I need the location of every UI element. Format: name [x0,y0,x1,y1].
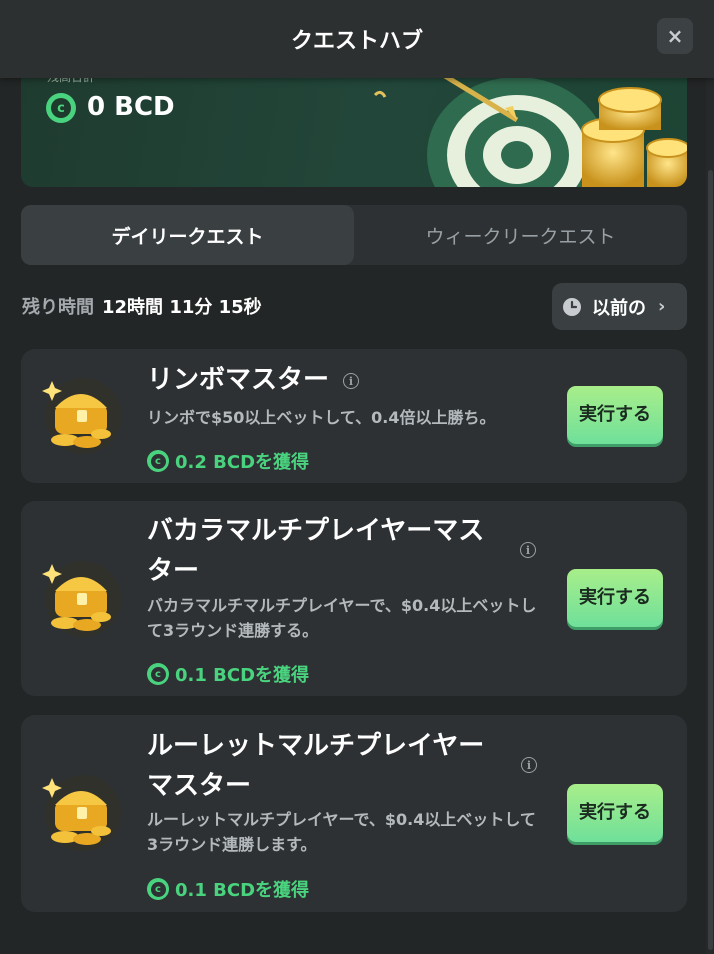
quest-tabs: デイリークエスト ウィークリークエスト [21,205,687,265]
tab-weekly-quests[interactable]: ウィークリークエスト [354,205,687,265]
execute-button[interactable]: 実行する [567,386,663,444]
bcd-coin-icon: c [147,878,169,900]
quest-description: ルーレットマルチプレイヤーで、$0.4以上ベットして3ラウンド連勝します。 [147,810,536,854]
execute-button[interactable]: 実行する [567,569,663,627]
reward-text: 0.2 BCDを獲得 [175,452,310,473]
modal-title: クエストハブ [290,29,423,54]
quest-description: バカラマルチマルチプレイヤーで、$0.4以上ベットして3ラウンド連勝する。 [147,596,537,640]
chevron-right-icon: › [658,296,666,317]
quest-reward: c 0.1 BCDを獲得 [147,876,309,902]
info-icon[interactable]: i [343,373,359,389]
info-icon[interactable]: i [521,757,537,773]
quest-card: バカラマルチプレイヤーマスター i バカラマルチマルチプレイヤーで、$0.4以上… [21,501,687,696]
quest-title: リンボマスター [147,365,330,395]
balance-banner: 残高合計 c 0 BCD [21,60,687,187]
bcd-coin-icon: c [147,450,169,472]
quest-title: バカラマルチプレイヤーマスター [147,516,485,586]
remaining-time-label: 残り時間 [22,297,94,318]
previous-label: 以前の [592,297,646,319]
info-icon[interactable]: i [520,542,536,558]
quest-card: リンボマスター i リンボで$50以上ベットして、0.4倍以上勝ち。 c 0.2… [21,349,687,483]
quest-card: ルーレットマルチプレイヤーマスター i ルーレットマルチプレイヤーで、$0.4以… [21,715,687,912]
remaining-time-value: 12時間 11分 15秒 [102,297,262,318]
target-coins-illustration [373,62,687,187]
treasure-chest-icon [42,775,121,851]
quest-description: リンボで$50以上ベットして、0.4倍以上勝ち。 [147,408,496,427]
clock-icon [563,297,581,316]
quest-reward: c 0.2 BCDを獲得 [147,448,309,474]
reward-text: 0.1 BCDを獲得 [175,665,310,686]
modal-header: クエストハブ × [0,0,714,78]
quest-hub-modal: 残高合計 c 0 BCD [0,0,714,954]
quest-reward: c 0.1 BCDを獲得 [147,661,309,687]
quest-title: ルーレットマルチプレイヤーマスター [147,731,485,801]
treasure-chest-icon [42,378,121,454]
remaining-time: 残り時間 12時間 11分 15秒 [22,293,262,319]
bcd-coin-icon: c [46,93,76,123]
treasure-chest-icon [42,561,121,637]
close-icon: × [666,24,684,48]
reward-text: 0.1 BCDを獲得 [175,880,310,901]
previous-quests-button[interactable]: 以前の › [552,283,687,330]
balance-value: 0 BCD [87,92,175,122]
close-button[interactable]: × [657,18,693,54]
scrollbar-thumb[interactable] [708,170,713,950]
bcd-coin-icon: c [147,663,169,685]
execute-button[interactable]: 実行する [567,784,663,842]
tab-daily-quests[interactable]: デイリークエスト [21,205,354,265]
